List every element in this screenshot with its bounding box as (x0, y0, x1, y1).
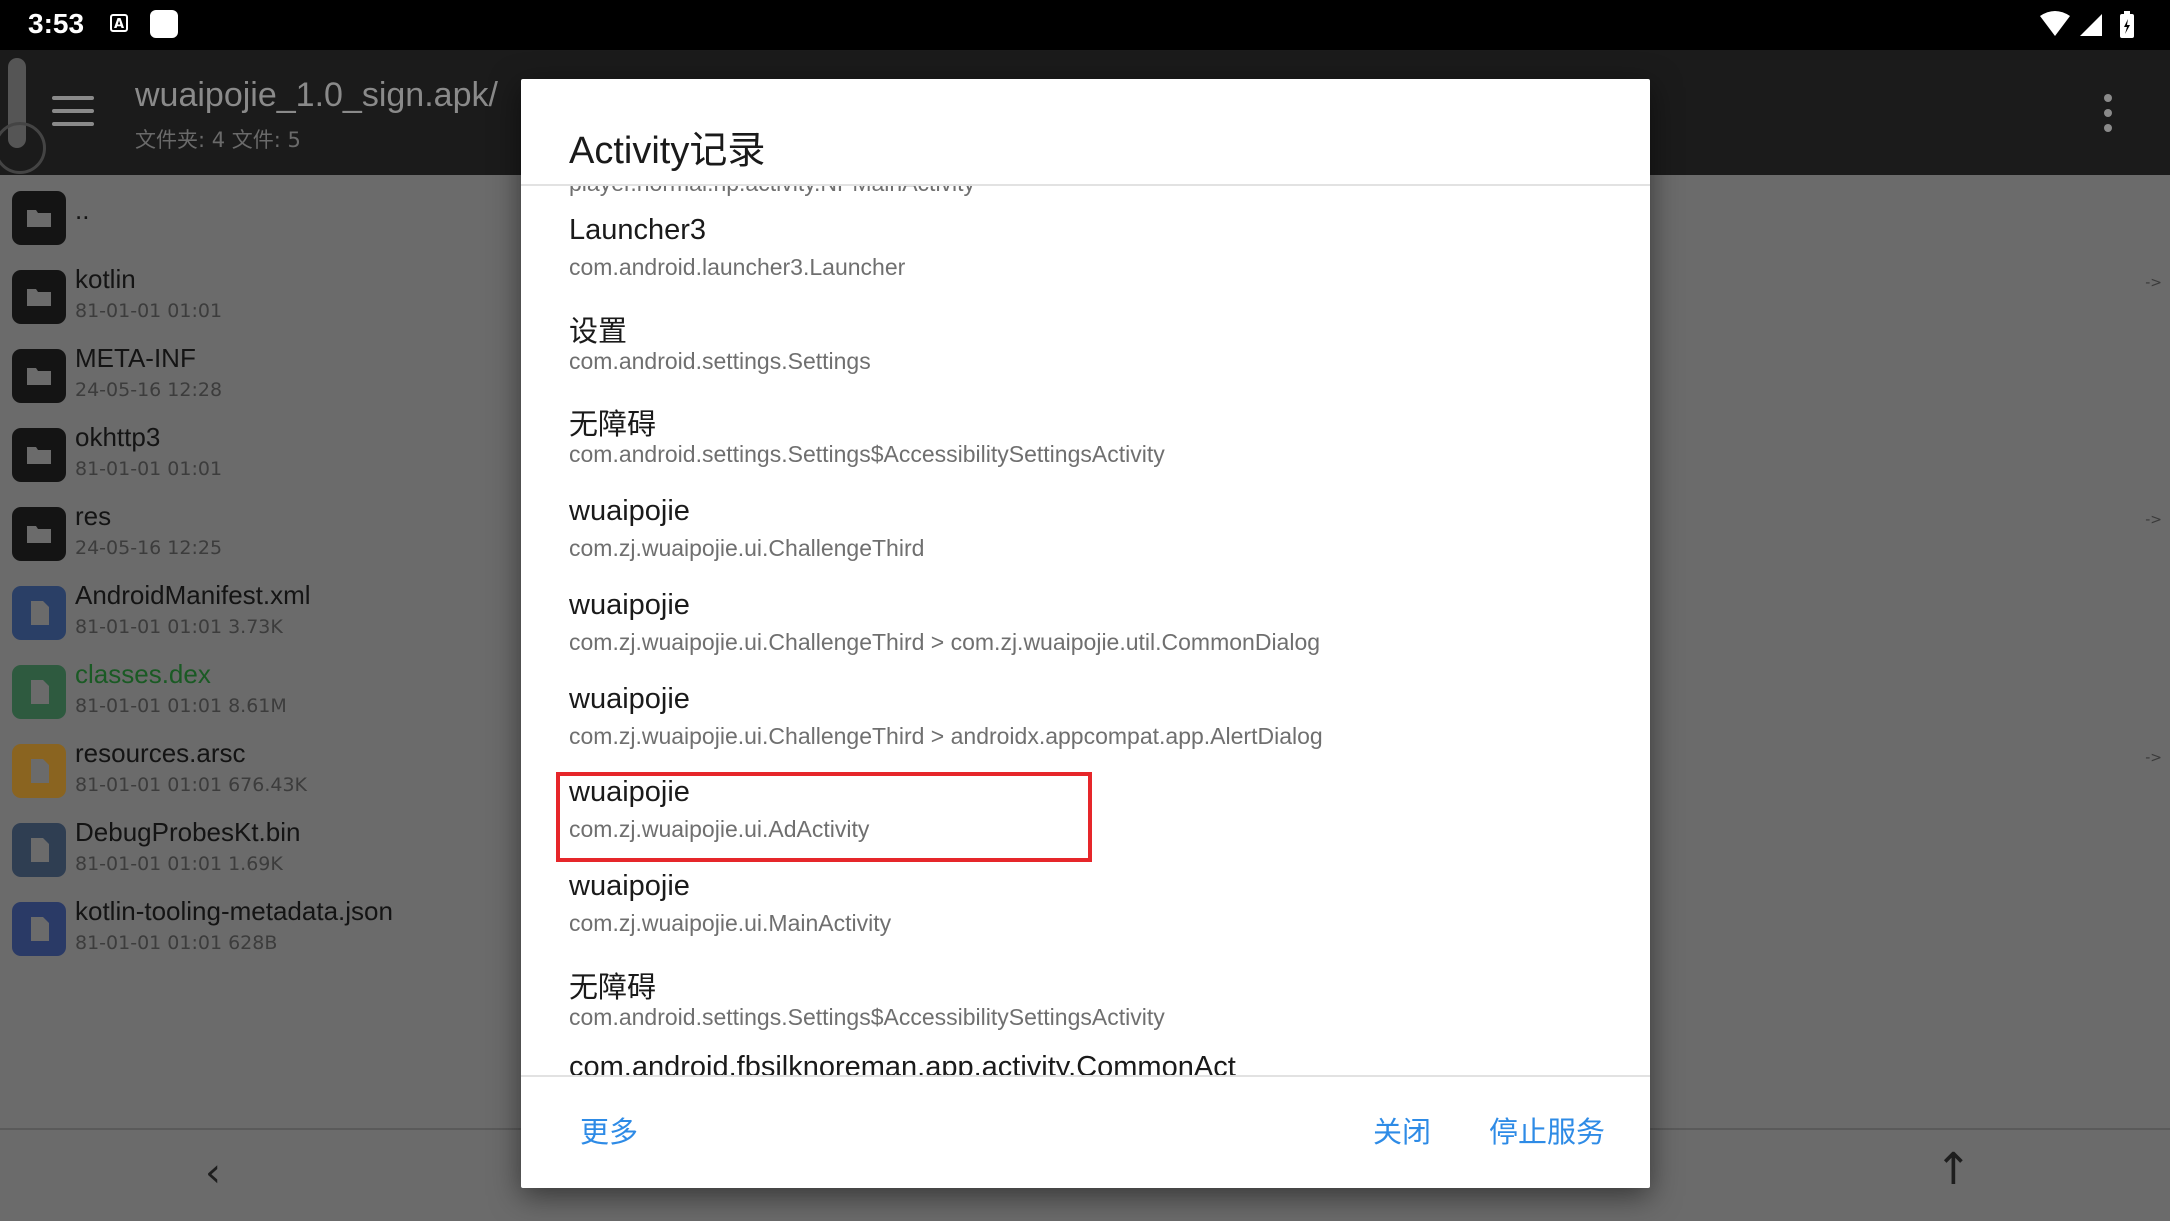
file-name: resources.arsc (75, 738, 246, 768)
file-icon (12, 902, 66, 956)
file-name: META-INF (75, 343, 196, 373)
highlight-annotation (556, 772, 1092, 862)
file-meta: 81-01-01 01:01 1.69K (75, 853, 283, 875)
status-bar: 3:53 A (0, 0, 2170, 50)
folder-icon (12, 428, 66, 482)
folder-icon (12, 191, 66, 245)
divider (521, 1075, 1650, 1077)
activity-class-name: com.zj.wuaipojie.ui.MainActivity (569, 909, 892, 936)
activity-app-name: Launcher3 (569, 214, 707, 246)
file-icon (12, 823, 66, 877)
activity-entry[interactable]: Launcher3 com.android.launcher3.Launcher (569, 214, 1629, 306)
folder-icon (12, 349, 66, 403)
system-icons (2040, 10, 2150, 44)
back-button[interactable]: ‹ (205, 1150, 221, 1196)
file-name: AndroidManifest.xml (75, 580, 311, 610)
activity-app-name: wuaipojie (569, 495, 690, 528)
activity-app-name: wuaipojie (569, 682, 690, 715)
file-name: DebugProbesKt.bin (75, 817, 301, 847)
activity-class-name: com.zj.wuaipojie.ui.ChallengeThird > and… (569, 722, 1323, 749)
file-row[interactable]: META-INF 24-05-16 12:28 (0, 337, 520, 416)
activity-entry[interactable]: wuaipojie com.zj.wuaipojie.ui.ChallengeTh… (569, 683, 1629, 775)
activity-class-name: com.zj.wuaipojie.ui.ChallengeThird > com… (569, 628, 1321, 655)
activity-entry[interactable]: 无障碍 com.android.settings.Settings$Accessi… (569, 964, 1629, 1056)
file-name: .. (75, 195, 90, 225)
side-arrow: -> (2145, 512, 2162, 528)
activity-entry[interactable]: 设置 com.android.settings.Settings (569, 308, 1629, 400)
file-name: classes.dex (75, 659, 211, 689)
app-title: wuaipojie_1.0_sign.apk/ (135, 76, 498, 114)
wifi-icon (2040, 11, 2070, 36)
file-icon (12, 665, 66, 719)
file-row[interactable]: DebugProbesKt.bin 81-01-01 01:01 1.69K (0, 811, 520, 890)
activity-app-name: wuaipojie (569, 869, 690, 902)
status-time: 3:53 (28, 8, 85, 39)
side-arrow: -> (2145, 750, 2162, 766)
file-icon (12, 744, 66, 798)
dialog-title: Activity记录 (569, 130, 766, 172)
up-button[interactable]: ↑ (1935, 1144, 1972, 1195)
file-meta: 24-05-16 12:28 (75, 379, 223, 401)
notification-a-icon: A (110, 14, 128, 32)
file-row[interactable]: okhttp3 81-01-01 01:01 (0, 416, 520, 495)
file-meta: 81-01-01 01:01 (75, 300, 223, 322)
folder-icon (12, 507, 66, 561)
file-row[interactable]: res 24-05-16 12:25 (0, 495, 520, 574)
file-row[interactable]: resources.arsc 81-01-01 01:01 676.43K (0, 732, 520, 811)
activity-app-name: wuaipojie (569, 588, 690, 621)
file-meta: 81-01-01 01:01 3.73K (75, 616, 283, 638)
file-meta: 81-01-01 01:01 628B (75, 932, 278, 954)
file-name: res (75, 501, 112, 531)
signal-icon (2080, 14, 2102, 36)
folder-icon (12, 270, 66, 324)
file-meta: 81-01-01 01:01 (75, 458, 223, 480)
close-button[interactable]: 关闭 (1373, 1109, 1431, 1151)
stop-service-button[interactable]: 停止服务 (1489, 1109, 1605, 1151)
file-row[interactable]: classes.dex 81-01-01 01:01 8.61M (0, 653, 520, 732)
activity-app-name: 无障碍 (569, 409, 657, 442)
more-button[interactable]: 更多 (580, 1109, 638, 1151)
activity-class-name: com.zj.wuaipojie.ui.ChallengeThird (569, 535, 925, 562)
activity-list[interactable]: player.normal.np.activity.NPMainActivity… (521, 186, 1650, 1075)
file-row[interactable]: .. (0, 179, 520, 258)
activity-app-name: 无障碍 (569, 971, 657, 1004)
file-name: kotlin (75, 264, 136, 294)
partial-entry-top: player.normal.np.activity.NPMainActivity (569, 186, 975, 197)
activity-app-name: 设置 (569, 315, 628, 348)
app-subtitle: 文件夹: 4 文件: 5 (135, 128, 301, 152)
activity-class-name: com.android.launcher3.Launcher (569, 254, 906, 280)
activity-entry[interactable]: 无障碍 com.android.settings.Settings$Accessi… (569, 401, 1629, 493)
notification-square-icon (150, 10, 178, 38)
activity-record-dialog: Activity记录 player.normal.np.activity.NPM… (521, 79, 1650, 1188)
overflow-menu-icon[interactable] (2104, 94, 2114, 139)
activity-entry[interactable]: wuaipojie com.zj.wuaipojie.ui.ChallengeTh… (569, 495, 1629, 587)
file-row[interactable]: kotlin 81-01-01 01:01 (0, 258, 520, 337)
activity-class-name: com.android.settings.Settings$Accessibil… (569, 1003, 1165, 1030)
side-arrow: -> (2145, 275, 2162, 291)
file-row[interactable]: AndroidManifest.xml 81-01-01 01:01 3.73K (0, 574, 520, 653)
activity-class-name: com.android.settings.Settings (569, 347, 871, 374)
activity-entry[interactable]: wuaipojie com.zj.wuaipojie.ui.MainActivit… (569, 870, 1629, 962)
menu-icon[interactable] (52, 96, 94, 128)
file-icon (12, 586, 66, 640)
file-meta: 81-01-01 01:01 676.43K (75, 774, 308, 796)
activity-class-name: com.android.settings.Settings$Accessibil… (569, 441, 1165, 468)
file-meta: 81-01-01 01:01 8.61M (75, 695, 287, 717)
file-name: okhttp3 (75, 422, 161, 452)
battery-icon (2120, 11, 2134, 38)
file-name: kotlin-tooling-metadata.json (75, 896, 393, 926)
activity-entry[interactable]: wuaipojie com.zj.wuaipojie.ui.ChallengeTh… (569, 589, 1629, 681)
file-meta: 24-05-16 12:25 (75, 537, 223, 559)
file-row[interactable]: kotlin-tooling-metadata.json 81-01-01 01:… (0, 890, 520, 969)
